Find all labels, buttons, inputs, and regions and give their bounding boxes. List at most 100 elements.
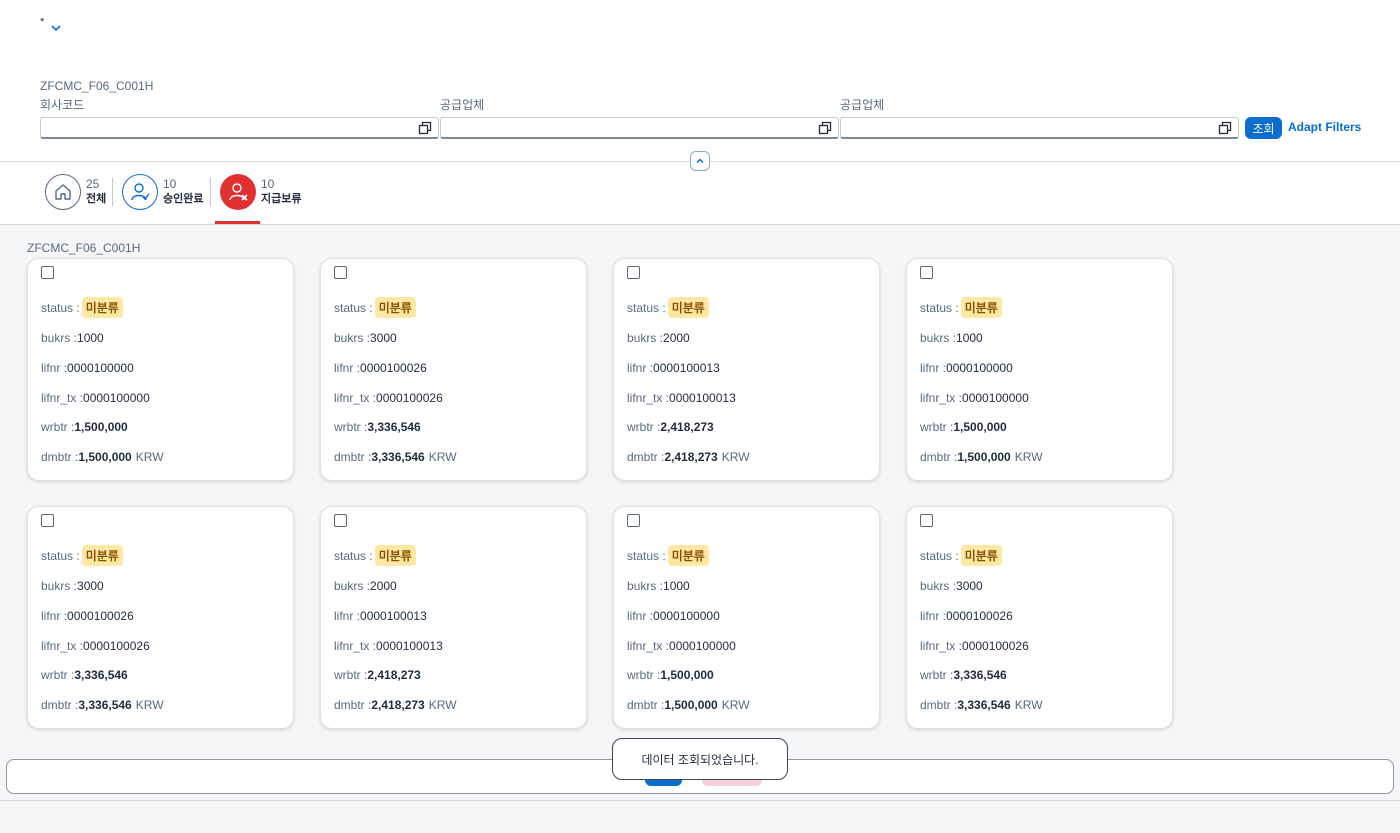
value-help-icon[interactable]: [418, 121, 432, 135]
field-bukrs: bukrs :2000: [627, 331, 690, 345]
field-dmbtr: dmbtr :1,500,000 KRW: [627, 698, 750, 712]
field-label: lifnr_tx :: [627, 639, 670, 653]
tab-separator: [210, 178, 211, 206]
supplier-input-2[interactable]: [840, 117, 1239, 139]
field-lifnr-tx: lifnr_tx :0000100013: [334, 639, 443, 653]
tab-payment-hold[interactable]: 10 지급보류: [220, 174, 301, 210]
field-label: bukrs :: [334, 331, 371, 345]
field-label: bukrs :: [920, 579, 957, 593]
field-wrbtr: wrbtr :2,418,273: [334, 668, 421, 682]
select-checkbox[interactable]: [41, 514, 54, 527]
field-lifnr: lifnr :0000100000: [920, 361, 1013, 375]
document-card[interactable]: status : 미분류 bukrs :1000 lifnr :0000100000 l…: [27, 258, 294, 481]
field-label: lifnr :: [41, 609, 68, 623]
field-label: wrbtr :: [334, 420, 368, 434]
amount-value: 3,336,546: [367, 420, 421, 434]
currency-unit: KRW: [1014, 450, 1043, 464]
field-lifnr-tx: lifnr_tx :0000100000: [41, 391, 150, 405]
field-label: status :: [627, 301, 666, 315]
select-checkbox[interactable]: [334, 514, 347, 527]
amount-value: 3,336,546: [74, 668, 128, 682]
field-label: wrbtr :: [627, 668, 661, 682]
field-label: wrbtr :: [41, 420, 75, 434]
select-checkbox[interactable]: [41, 266, 54, 279]
company-code-label: 회사코드: [40, 98, 85, 112]
field-label: lifnr :: [334, 609, 361, 623]
value-help-icon[interactable]: [818, 121, 832, 135]
field-lifnr-tx: lifnr_tx :0000100026: [920, 639, 1029, 653]
field-value: 2000: [370, 579, 397, 593]
field-bukrs: bukrs :2000: [334, 579, 397, 593]
field-lifnr: lifnr :0000100026: [920, 609, 1013, 623]
amount-value: 2,418,273: [367, 668, 421, 682]
field-label: lifnr_tx :: [920, 391, 963, 405]
tab-label: 전체: [86, 193, 107, 205]
field-value: 0000100000: [962, 391, 1029, 405]
collapse-header-button[interactable]: [690, 151, 710, 171]
select-checkbox[interactable]: [627, 514, 640, 527]
field-label: lifnr :: [920, 361, 947, 375]
document-card[interactable]: status : 미분류 bukrs :1000 lifnr :0000100000 l…: [613, 506, 880, 729]
document-card[interactable]: status : 미분류 bukrs :3000 lifnr :0000100026 l…: [27, 506, 294, 729]
field-label: lifnr_tx :: [920, 639, 963, 653]
field-status: status : 미분류: [334, 545, 416, 566]
field-bukrs: bukrs :1000: [627, 579, 690, 593]
footer-divider: [0, 800, 1400, 801]
field-wrbtr: wrbtr :3,336,546: [920, 668, 1007, 682]
field-value: 0000100000: [653, 609, 720, 623]
content-title: ZFCMC_F06_C001H: [27, 241, 141, 255]
field-label: bukrs :: [334, 579, 371, 593]
supplier-input-1[interactable]: [440, 117, 839, 139]
supplier-label-2: 공급업체: [840, 98, 885, 112]
user-check-icon: [122, 174, 158, 210]
adapt-filters-link[interactable]: Adapt Filters: [1288, 120, 1361, 134]
field-label: dmbtr :: [627, 698, 665, 712]
amount-value: 1,500,000: [74, 420, 128, 434]
variant-selector[interactable]: *: [40, 16, 62, 34]
field-wrbtr: wrbtr :1,500,000: [41, 420, 128, 434]
field-lifnr: lifnr :0000100013: [334, 609, 427, 623]
field-value: 0000100013: [669, 391, 736, 405]
company-code-input[interactable]: [40, 117, 439, 139]
select-checkbox[interactable]: [920, 514, 933, 527]
field-lifnr: lifnr :0000100026: [41, 609, 134, 623]
amount-value: 3,336,546: [953, 668, 1007, 682]
field-value: 1000: [663, 579, 690, 593]
field-wrbtr: wrbtr :1,500,000: [920, 420, 1007, 434]
field-label: wrbtr :: [627, 420, 661, 434]
field-lifnr: lifnr :0000100026: [334, 361, 427, 375]
document-card[interactable]: status : 미분류 bukrs :2000 lifnr :0000100013 l…: [613, 258, 880, 481]
tab-approved[interactable]: 10 승인완료: [122, 174, 203, 210]
value-help-icon[interactable]: [1218, 121, 1232, 135]
select-checkbox[interactable]: [627, 266, 640, 279]
field-label: dmbtr :: [41, 450, 79, 464]
field-bukrs: bukrs :3000: [920, 579, 983, 593]
field-label: status :: [627, 549, 666, 563]
field-label: status :: [334, 301, 373, 315]
field-label: bukrs :: [627, 579, 664, 593]
field-value: 0000100026: [946, 609, 1013, 623]
field-bukrs: bukrs :1000: [41, 331, 104, 345]
field-label: status :: [920, 301, 959, 315]
select-checkbox[interactable]: [920, 266, 933, 279]
field-lifnr-tx: lifnr_tx :0000100000: [920, 391, 1029, 405]
amount-value: 1,500,000: [953, 420, 1007, 434]
document-card[interactable]: status : 미분류 bukrs :2000 lifnr :0000100013 l…: [320, 506, 587, 729]
document-card[interactable]: status : 미분류 bukrs :3000 lifnr :0000100026 l…: [320, 258, 587, 481]
go-button[interactable]: 조회: [1245, 117, 1282, 139]
document-card[interactable]: status : 미분류 bukrs :3000 lifnr :0000100026 l…: [906, 506, 1173, 729]
field-lifnr-tx: lifnr_tx :0000100026: [334, 391, 443, 405]
tab-all[interactable]: 25 전체: [45, 174, 106, 210]
field-value: 0000100026: [376, 391, 443, 405]
home-icon: [45, 174, 81, 210]
select-checkbox[interactable]: [334, 266, 347, 279]
tab-separator: [112, 178, 113, 206]
status-badge: 미분류: [81, 545, 123, 566]
variant-name: *: [40, 16, 45, 28]
field-label: wrbtr :: [334, 668, 368, 682]
message-toast: 데이터 조회되었습니다.: [612, 738, 788, 780]
amount-value: 2,418,273: [664, 450, 718, 464]
field-label: wrbtr :: [41, 668, 75, 682]
document-card[interactable]: status : 미분류 bukrs :1000 lifnr :0000100000 l…: [906, 258, 1173, 481]
field-dmbtr: dmbtr :1,500,000 KRW: [920, 450, 1043, 464]
